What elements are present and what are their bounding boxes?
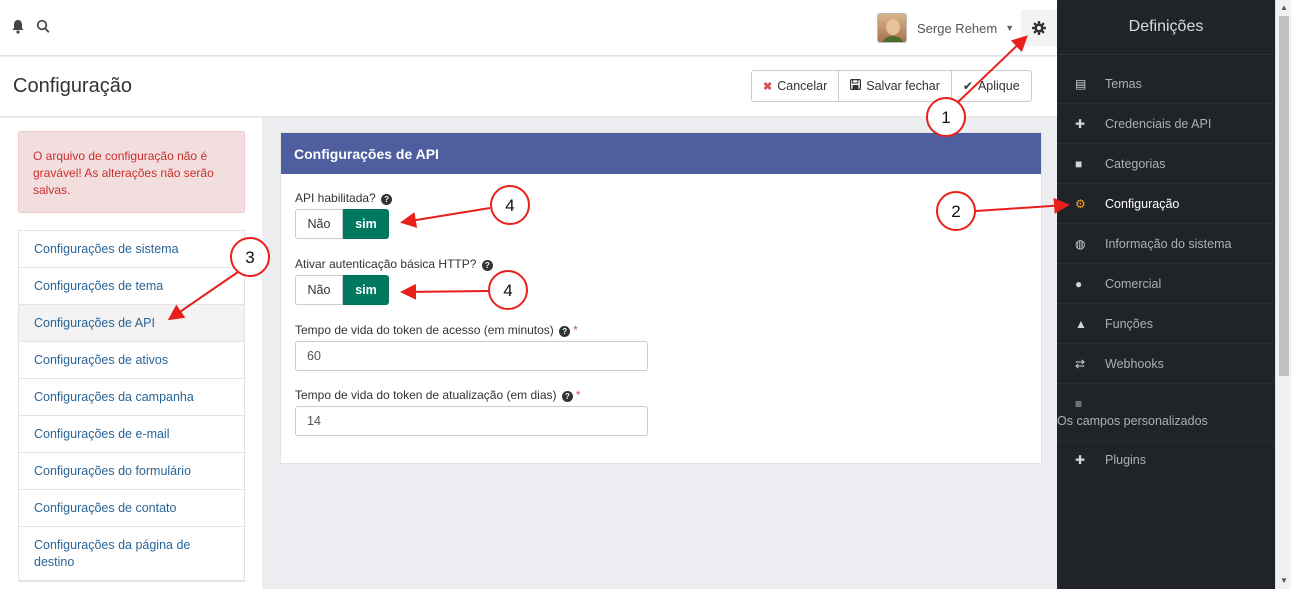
sidebar-item-label: Plugins — [1105, 453, 1146, 467]
sidebar-item-webhooks[interactable]: ⇄ Webhooks — [1057, 344, 1275, 384]
scroll-up-icon[interactable]: ▲ — [1280, 3, 1288, 12]
apply-button[interactable]: ✔ Aplique — [950, 70, 1032, 102]
list-icon: ≡ — [1075, 397, 1083, 411]
sidebar-item-api-credentials[interactable]: ✚ Credenciais de API — [1057, 104, 1275, 144]
avatar — [877, 13, 907, 43]
http-auth-yes-button[interactable]: sim — [343, 275, 389, 305]
apply-label: Aplique — [977, 79, 1020, 93]
api-enabled-no-button[interactable]: Não — [295, 209, 343, 239]
api-enabled-label: API habilitada? ? — [295, 191, 393, 205]
sidebar-item-categories[interactable]: ■ Categorias — [1057, 144, 1275, 184]
sidebar-item-custom-fields[interactable]: ≡ Os campos personalizados — [1057, 384, 1275, 442]
sidebar-item-label: Credenciais de API — [1105, 116, 1212, 131]
user-menu[interactable]: Serge Rehem ▼ — [877, 12, 1014, 44]
globe-icon: ◍ — [1075, 236, 1086, 251]
menu-item-theme[interactable]: Configurações de tema — [19, 268, 244, 305]
menu-item-landing-page[interactable]: Configurações da página de destino — [19, 527, 244, 581]
menu-item-email[interactable]: Configurações de e-mail — [19, 416, 244, 453]
refresh-token-label: Tempo de vida do token de atualização (e… — [295, 388, 581, 402]
newspaper-icon: ▤ — [1075, 76, 1087, 91]
search-icon[interactable] — [36, 19, 50, 38]
help-icon[interactable]: ? — [561, 391, 573, 402]
sidebar-item-label: Informação do sistema — [1105, 236, 1232, 251]
user-name: Serge Rehem — [917, 20, 998, 36]
menu-item-form[interactable]: Configurações do formulário — [19, 453, 244, 490]
sidebar-item-label: Configuração — [1105, 196, 1180, 211]
bell-icon[interactable] — [11, 19, 25, 38]
sidebar-item-label: Comercial — [1105, 276, 1162, 291]
cogs-icon: ⚙ — [1075, 196, 1086, 211]
toolbar: ✖ Cancelar Salvar fechar ✔ Aplique — [751, 70, 1032, 102]
users-icon: ● — [1075, 276, 1083, 291]
menu-item-campaign[interactable]: Configurações da campanha — [19, 379, 244, 416]
panel-title: Configurações de API — [281, 133, 1041, 174]
plus-circle-icon: ✚ — [1075, 453, 1086, 467]
lock-icon: ▲ — [1075, 316, 1087, 331]
cancel-button[interactable]: ✖ Cancelar — [751, 70, 840, 102]
sidebar-item-roles[interactable]: ▲ Funções — [1057, 304, 1275, 344]
api-settings-panel: Configurações de API API habilitada? ? N… — [280, 132, 1042, 464]
help-icon[interactable]: ? — [481, 260, 493, 271]
save-close-button[interactable]: Salvar fechar — [838, 70, 952, 102]
exchange-icon: ⇄ — [1075, 356, 1086, 371]
help-icon[interactable]: ? — [559, 326, 571, 337]
check-icon: ✔ — [962, 79, 973, 93]
sidebar-item-configuration[interactable]: ⚙ Configuração — [1057, 184, 1275, 224]
top-navbar: Serge Rehem ▼ — [0, 0, 1057, 56]
sidebar-item-label: Os campos personalizados — [1057, 414, 1208, 428]
save-close-label: Salvar fechar — [866, 79, 940, 93]
access-token-label-text: Tempo de vida do token de acesso (em min… — [295, 323, 554, 337]
access-token-input[interactable]: 60 — [295, 341, 648, 371]
api-enabled-toggle: Não sim — [295, 209, 389, 239]
sidebar-item-label: Categorias — [1105, 156, 1166, 171]
menu-item-system[interactable]: Configurações de sistema — [19, 231, 244, 268]
sidebar-title: Definições — [1057, 0, 1275, 55]
menu-item-contact[interactable]: Configurações de contato — [19, 490, 244, 527]
folder-icon: ■ — [1075, 156, 1083, 171]
gear-icon[interactable] — [1021, 10, 1057, 46]
refresh-token-input[interactable]: 14 — [295, 406, 648, 436]
required-mark: * — [573, 323, 578, 337]
cancel-label: Cancelar — [777, 79, 828, 93]
page-header: Configuração ✖ Cancelar Salvar fechar ✔ … — [0, 57, 1057, 117]
puzzle-icon: ✚ — [1075, 116, 1086, 131]
settings-menu: Configurações de sistema Configurações d… — [18, 230, 245, 582]
http-auth-label: Ativar autenticação básica HTTP? ? — [295, 257, 493, 271]
required-mark: * — [575, 388, 581, 402]
access-token-label: Tempo de vida do token de acesso (em min… — [295, 323, 578, 337]
chevron-down-icon: ▼ — [1005, 23, 1015, 33]
http-auth-label-text: Ativar autenticação básica HTTP? — [295, 257, 477, 271]
sidebar-item-label: Funções — [1105, 316, 1153, 331]
page-scrollbar[interactable]: ▲ ▼ — [1275, 0, 1291, 589]
menu-item-api[interactable]: Configurações de API — [19, 305, 244, 342]
sidebar-item-plugins[interactable]: ✚ Plugins — [1057, 440, 1275, 480]
sidebar-item-commercial[interactable]: ● Comercial — [1057, 264, 1275, 304]
http-auth-no-button[interactable]: Não — [295, 275, 343, 305]
config-not-writable-alert: O arquivo de configuração não é gravável… — [18, 131, 245, 213]
scroll-down-icon[interactable]: ▼ — [1280, 576, 1288, 585]
page-title: Configuração — [13, 75, 132, 97]
api-enabled-yes-button[interactable]: sim — [343, 209, 389, 239]
settings-sidebar: Definições ▤ Temas ✚ Credenciais de API … — [1057, 0, 1275, 589]
sidebar-item-system-info[interactable]: ◍ Informação do sistema — [1057, 224, 1275, 264]
http-auth-toggle: Não sim — [295, 275, 389, 305]
close-icon: ✖ — [763, 80, 773, 93]
sidebar-item-label: Temas — [1105, 76, 1142, 91]
menu-item-assets[interactable]: Configurações de ativos — [19, 342, 244, 379]
save-icon — [850, 79, 862, 93]
scrollbar-thumb[interactable] — [1279, 16, 1289, 376]
sidebar-item-label: Webhooks — [1105, 356, 1164, 371]
settings-left-column: O arquivo de configuração não é gravável… — [0, 118, 262, 589]
help-icon[interactable]: ? — [381, 194, 393, 205]
refresh-token-label-text: Tempo de vida do token de atualização (e… — [295, 388, 557, 402]
api-enabled-label-text: API habilitada? — [295, 191, 376, 205]
sidebar-item-themes[interactable]: ▤ Temas — [1057, 64, 1275, 104]
